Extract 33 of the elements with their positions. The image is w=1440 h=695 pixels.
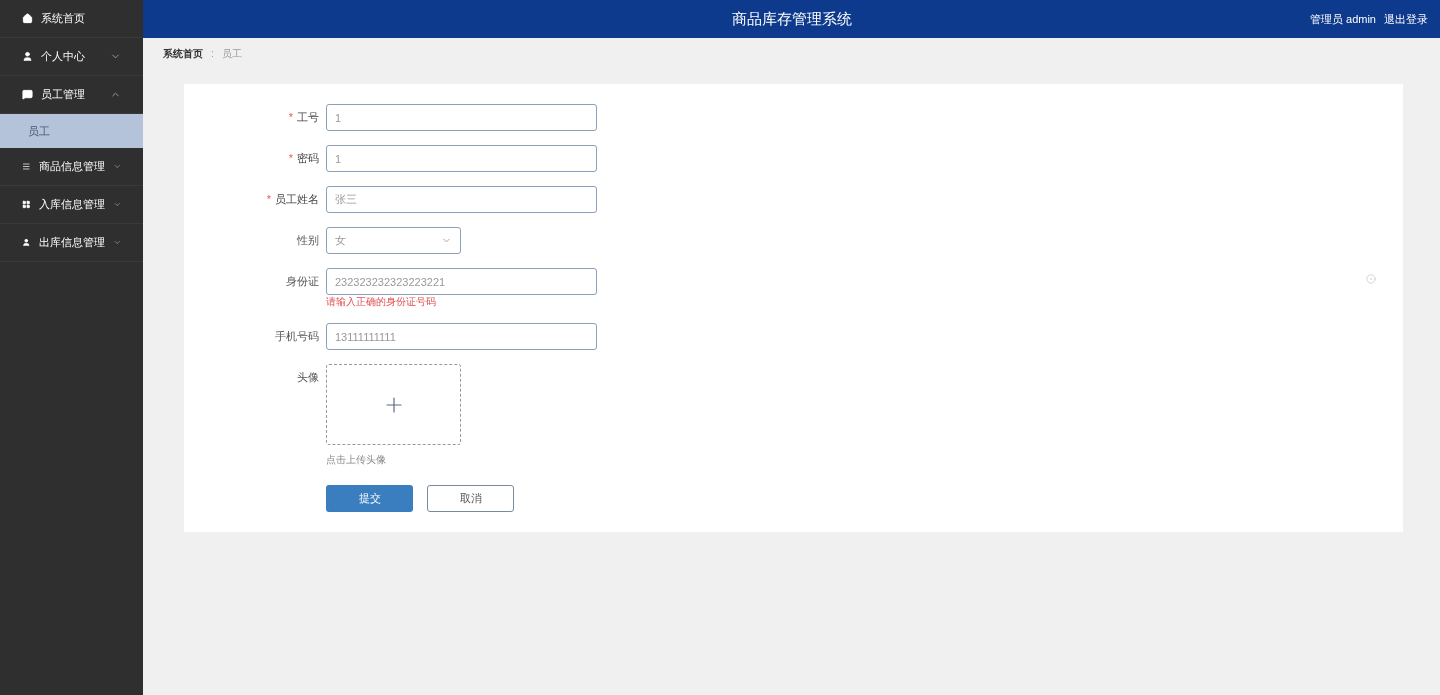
submit-button[interactable]: 提交 [326,485,413,512]
upload-hint: 点击上传头像 [326,453,387,467]
logout-link[interactable]: 退出登录 [1384,10,1428,28]
user-icon [22,51,33,62]
field-label: 工号 [296,110,319,126]
home-icon [22,13,33,24]
field-label: 头像 [297,370,319,386]
cancel-button[interactable]: 取消 [427,485,514,512]
field-label: 身份证 [286,274,319,290]
user-label: 管理员 admin [1309,11,1376,27]
field-label: 员工姓名 [274,192,319,208]
user-icon [22,237,31,248]
required-mark: * [288,110,293,126]
menu-icon [22,161,31,172]
sidebar-item[interactable]: 个人中心 [0,38,143,76]
grid-icon [22,199,31,210]
sidebar-subitem[interactable]: 员工 [0,114,143,148]
field-label: 密码 [296,151,319,167]
required-mark: * [288,151,293,167]
sidebar-item[interactable]: 商品信息管理 [0,148,143,186]
breadcrumb-item[interactable]: 系统首页 [163,45,203,61]
required-mark: * [266,192,271,208]
chat-icon [22,89,33,100]
error-message: 请输入正确的身份证号码 [326,295,437,309]
field-label: 性别 [297,233,319,249]
sidebar-item[interactable]: 入库信息管理 [0,186,143,224]
sidebar-item[interactable]: 出库信息管理 [0,224,143,262]
target-icon [1366,274,1376,284]
breadcrumb-separator: : [211,46,214,61]
app-title: 商品库存管理系统 [731,8,852,29]
breadcrumb-item: 员工 [221,46,242,61]
field-label: 手机号码 [275,329,319,345]
upload-box[interactable] [326,364,461,445]
